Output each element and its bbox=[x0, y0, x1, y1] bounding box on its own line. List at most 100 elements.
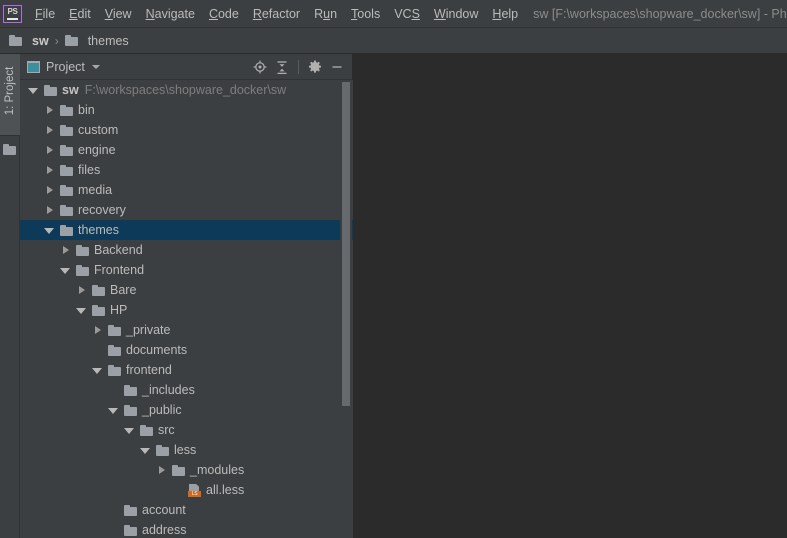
tree-row-less[interactable]: less bbox=[20, 440, 353, 460]
logo-underscore bbox=[7, 17, 18, 20]
chevron-down-icon[interactable] bbox=[124, 425, 135, 436]
menu-item-tools[interactable]: Tools bbox=[344, 3, 387, 25]
chevron-right-icon[interactable] bbox=[76, 285, 87, 296]
tree-row-backend[interactable]: Backend bbox=[20, 240, 353, 260]
chevron-down-icon[interactable] bbox=[76, 305, 87, 316]
chevron-down-icon[interactable] bbox=[108, 405, 119, 416]
tree-row-account[interactable]: account bbox=[20, 500, 353, 520]
minimize-icon[interactable] bbox=[327, 57, 347, 77]
folder-icon bbox=[64, 35, 78, 46]
project-tree[interactable]: sw F:\workspaces\shopware_docker\sw bin cus… bbox=[20, 80, 353, 538]
folder-icon bbox=[76, 264, 89, 276]
chevron-down-icon[interactable] bbox=[91, 64, 100, 69]
tree-row-label: less bbox=[174, 443, 197, 457]
tree-row-src[interactable]: src bbox=[20, 420, 353, 440]
tree-row--modules[interactable]: _modules bbox=[20, 460, 353, 480]
tree-row-frontend[interactable]: Frontend bbox=[20, 260, 353, 280]
chevron-right-icon[interactable] bbox=[60, 245, 71, 256]
navigation-bar: sw › themes bbox=[0, 28, 787, 54]
tree-row-label: files bbox=[78, 163, 101, 177]
chevron-right-icon[interactable] bbox=[44, 165, 55, 176]
tree-row-custom[interactable]: custom bbox=[20, 120, 353, 140]
folder-icon bbox=[124, 504, 137, 516]
menu-items: File Edit View Navigate Code Refactor Run Tools… bbox=[28, 3, 525, 25]
chevron-right-icon[interactable] bbox=[44, 125, 55, 136]
menu-mnemonic: H bbox=[492, 6, 502, 21]
menu-item-edit[interactable]: Edit bbox=[62, 3, 98, 25]
menu-item-file[interactable]: File bbox=[28, 3, 62, 25]
tree-row-label: address bbox=[142, 523, 187, 537]
menu-item-refactor[interactable]: Refactor bbox=[246, 3, 307, 25]
chevron-right-icon[interactable] bbox=[92, 325, 103, 336]
chevron-right-icon[interactable] bbox=[44, 205, 55, 216]
menu-mnemonic: V bbox=[104, 6, 113, 21]
tree-row-media[interactable]: media bbox=[20, 180, 353, 200]
tree-row-address[interactable]: address bbox=[20, 520, 353, 538]
left-tool-window-bar: 1: Project bbox=[0, 54, 20, 538]
project-tool-window: Project sw F:\workspaces\shopware_docker… bbox=[20, 54, 353, 538]
tree-row-engine[interactable]: engine bbox=[20, 140, 353, 160]
menu-item-view[interactable]: View bbox=[98, 3, 139, 25]
folder-icon bbox=[92, 304, 105, 316]
editor-area bbox=[353, 54, 787, 538]
chevron-right-icon[interactable] bbox=[44, 145, 55, 156]
tree-row-recovery[interactable]: recovery bbox=[20, 200, 353, 220]
chevron-right-icon[interactable] bbox=[44, 105, 55, 116]
project-view-icon bbox=[27, 60, 40, 73]
menu-item-code[interactable]: Code bbox=[202, 3, 246, 25]
locate-in-tree-icon[interactable] bbox=[250, 57, 270, 77]
tree-row-label: custom bbox=[78, 123, 119, 137]
chevron-right-icon[interactable] bbox=[44, 185, 55, 196]
folder-icon bbox=[60, 144, 73, 156]
tree-row-frontend[interactable]: frontend bbox=[20, 360, 353, 380]
chevron-down-icon[interactable] bbox=[140, 445, 151, 456]
tree-row--includes[interactable]: _includes bbox=[20, 380, 353, 400]
tree-row--public[interactable]: _public bbox=[20, 400, 353, 420]
menu-item-run[interactable]: Run bbox=[307, 3, 344, 25]
menu-mnemonic: F bbox=[35, 6, 43, 21]
chevron-down-icon[interactable] bbox=[44, 225, 55, 236]
tree-row--private[interactable]: _private bbox=[20, 320, 353, 340]
folder-icon bbox=[124, 404, 137, 416]
tree-row-label: HP bbox=[110, 303, 128, 317]
toolbar-divider bbox=[298, 60, 299, 74]
tree-row-label: documents bbox=[126, 343, 188, 357]
chevron-down-icon[interactable] bbox=[92, 365, 103, 376]
breadcrumb-item-themes[interactable]: themes bbox=[62, 34, 132, 48]
tree-scrollbar-thumb[interactable] bbox=[342, 82, 350, 406]
tree-row-documents[interactable]: documents bbox=[20, 340, 353, 360]
menu-item-vcs[interactable]: VCS bbox=[387, 3, 427, 25]
folder-icon bbox=[60, 184, 73, 196]
tool-window-tab-project[interactable]: 1: Project bbox=[0, 54, 20, 136]
gear-icon[interactable] bbox=[305, 57, 325, 77]
menu-mnemonic: E bbox=[69, 6, 78, 21]
breadcrumb-item-sw[interactable]: sw bbox=[6, 34, 52, 48]
tree-row-sw[interactable]: sw F:\workspaces\shopware_docker\sw bbox=[20, 80, 353, 100]
menu-item-help[interactable]: Help bbox=[485, 3, 525, 25]
menu-mnemonic: C bbox=[208, 6, 218, 21]
folder-icon bbox=[44, 84, 57, 96]
menu-item-window[interactable]: Window bbox=[427, 3, 485, 25]
menu-mnemonic: T bbox=[351, 6, 358, 21]
tree-row-label: src bbox=[158, 423, 175, 437]
collapse-all-icon[interactable] bbox=[272, 57, 292, 77]
folder-icon bbox=[108, 344, 121, 356]
tree-row-bin[interactable]: bin bbox=[20, 100, 353, 120]
menu-bar: PS File Edit View Navigate Code Refactor Run To… bbox=[0, 0, 787, 28]
tree-row-all-less[interactable]: LS all.less bbox=[20, 480, 353, 500]
menu-item-navigate[interactable]: Navigate bbox=[139, 3, 202, 25]
chevron-down-icon[interactable] bbox=[60, 265, 71, 276]
tree-scrollbar[interactable] bbox=[340, 80, 352, 538]
folder-icon bbox=[124, 384, 137, 396]
tree-row-themes[interactable]: themes bbox=[20, 220, 353, 240]
tree-row-files[interactable]: files bbox=[20, 160, 353, 180]
chevron-right-icon[interactable] bbox=[156, 465, 167, 476]
tree-row-hp[interactable]: HP bbox=[20, 300, 353, 320]
panel-toolbar bbox=[250, 54, 347, 80]
tree-row-bare[interactable]: Bare bbox=[20, 280, 353, 300]
chevron-down-icon[interactable] bbox=[28, 85, 39, 96]
